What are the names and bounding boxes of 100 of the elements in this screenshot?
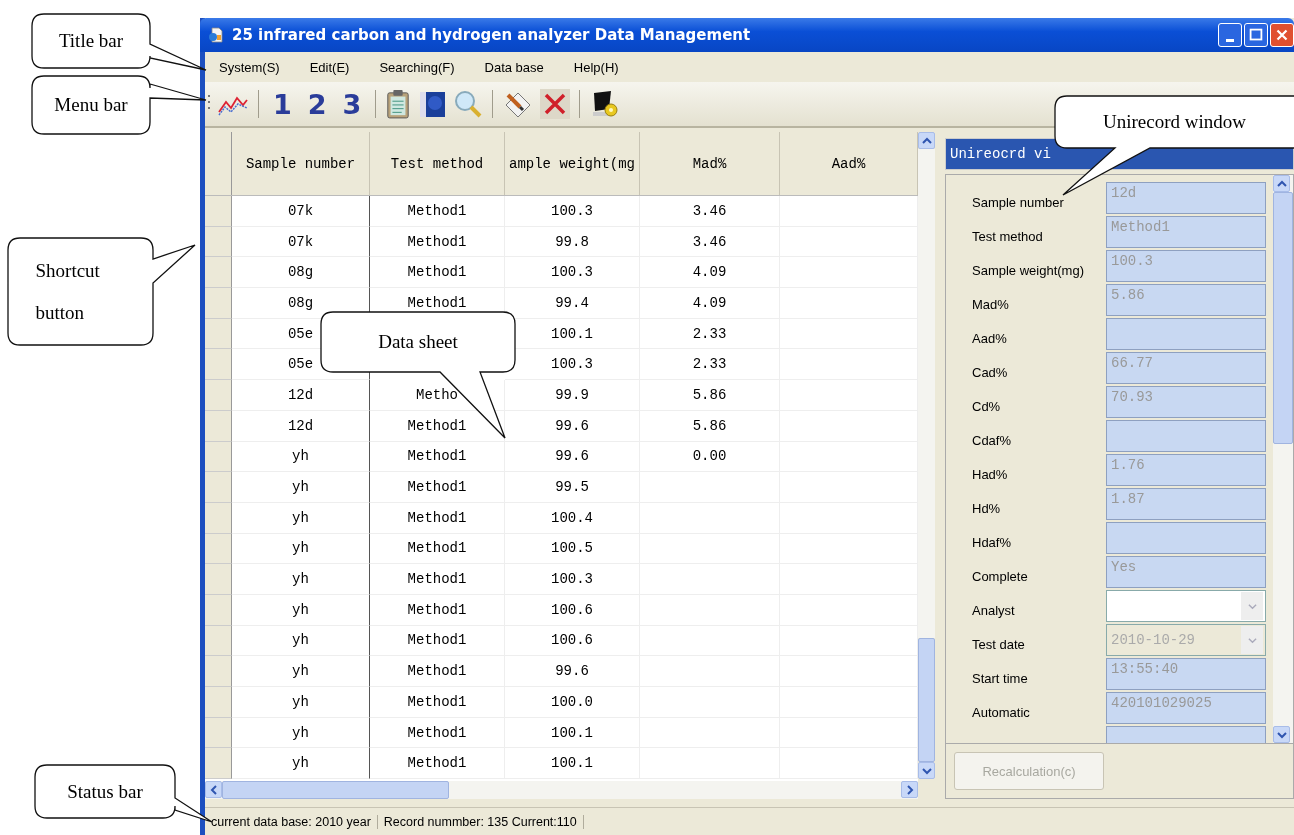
- row-header[interactable]: [205, 594, 232, 626]
- row-header[interactable]: [205, 717, 232, 749]
- table-cell: 2.33: [640, 349, 780, 381]
- row-header[interactable]: [205, 533, 232, 565]
- scroll-down-icon[interactable]: [1276, 729, 1287, 740]
- field-label: Mad%: [972, 295, 1010, 312]
- table-cell: 99.9: [505, 380, 640, 411]
- table-cell: 0.00: [640, 441, 780, 473]
- scrollbar-thumb[interactable]: [918, 638, 935, 762]
- table-cell: 100.3: [505, 257, 640, 289]
- row-header[interactable]: [205, 257, 232, 289]
- magnifier-icon[interactable]: [453, 89, 484, 119]
- callout-label: Shortcut button: [35, 258, 101, 325]
- scroll-up-icon[interactable]: [1276, 178, 1287, 189]
- row-header[interactable]: [205, 380, 232, 411]
- minimize-icon: [1226, 38, 1234, 42]
- table-cell: Method1: [370, 564, 505, 595]
- table-cell: 99.5: [505, 472, 640, 503]
- table-cell: 12d: [232, 410, 370, 442]
- table-cell: Method1: [370, 687, 505, 718]
- vertical-scrollbar[interactable]: [1273, 175, 1293, 743]
- row-header[interactable]: [205, 656, 232, 687]
- table-cell: 2.33: [640, 318, 780, 350]
- column-header[interactable]: Mad%: [640, 132, 780, 195]
- column-header[interactable]: Sample number: [232, 132, 370, 195]
- table-cell: Method1: [370, 226, 505, 258]
- status-text: Record nummber: 135 Current:110: [377, 814, 584, 829]
- field-label: Test method: [972, 227, 1044, 244]
- table-cell: yh: [232, 564, 370, 595]
- row-header[interactable]: [205, 564, 232, 595]
- row-header[interactable]: [205, 318, 232, 350]
- callout-label: Unirecord window: [1103, 111, 1246, 133]
- table-cell: 12d: [232, 380, 370, 411]
- table-cell: Method1: [370, 656, 505, 687]
- table-cell: 100.6: [505, 594, 640, 626]
- table-cell: Method1: [370, 502, 505, 534]
- toolbar-button[interactable]: 3: [337, 90, 367, 118]
- table-cell: yh: [232, 502, 370, 534]
- menu-item[interactable]: Help(H): [573, 59, 619, 75]
- row-header[interactable]: [205, 226, 232, 258]
- row-header[interactable]: [205, 748, 232, 780]
- row-header[interactable]: [205, 472, 232, 503]
- app-icon: [208, 27, 224, 43]
- field-label: Test date: [972, 635, 1026, 652]
- table-cell: 99.8: [505, 226, 640, 258]
- table-cell: 100.5: [505, 533, 640, 565]
- menu-item[interactable]: Data base: [484, 59, 544, 75]
- clipboard-icon[interactable]: [385, 89, 412, 119]
- menu-item[interactable]: System(S): [219, 59, 280, 75]
- menu-item[interactable]: Searching(F): [379, 59, 455, 75]
- horizontal-scrollbar[interactable]: [205, 781, 918, 799]
- row-header[interactable]: [205, 349, 232, 381]
- toolbar-button[interactable]: 1: [268, 90, 297, 118]
- row-header[interactable]: [205, 196, 232, 227]
- scroll-down-icon[interactable]: [921, 765, 932, 776]
- row-header[interactable]: [205, 687, 232, 718]
- table-cell: yh: [232, 687, 370, 718]
- field-label: Automatic: [972, 703, 1031, 720]
- field-label: Cad%: [972, 363, 1009, 380]
- close-button[interactable]: [1270, 23, 1294, 47]
- scrollbar-thumb[interactable]: [222, 781, 449, 799]
- table-cell: 3.46: [640, 196, 780, 227]
- dropdown-field[interactable]: [1106, 590, 1266, 622]
- column-header[interactable]: Test method: [370, 132, 505, 195]
- row-header[interactable]: [205, 625, 232, 657]
- row-header[interactable]: [205, 410, 232, 442]
- table-cell: Method1: [370, 717, 505, 749]
- scroll-left-icon[interactable]: [208, 784, 219, 795]
- caret-down-icon[interactable]: [1247, 601, 1257, 611]
- table-cell: 100.1: [505, 748, 640, 780]
- table-cell: Method1: [370, 625, 505, 657]
- field-label: Start time: [972, 669, 1029, 686]
- table-cell: yh: [232, 533, 370, 565]
- minimize-button[interactable]: [1218, 23, 1242, 47]
- table-cell: Method1: [370, 257, 505, 289]
- table-cell: 100.3: [505, 564, 640, 595]
- row-header[interactable]: [205, 288, 232, 319]
- table-cell: 100.0: [505, 687, 640, 718]
- row-header[interactable]: [205, 502, 232, 534]
- table-cell: Method1: [370, 533, 505, 565]
- scroll-right-icon[interactable]: [904, 784, 915, 795]
- table-cell: 08g: [232, 257, 370, 289]
- scrollbar-thumb[interactable]: [1273, 192, 1293, 444]
- table-cell: yh: [232, 656, 370, 687]
- table-cell: 99.6: [505, 410, 640, 442]
- menu-item[interactable]: Edit(E): [309, 59, 350, 75]
- column-header[interactable]: ample weight(mg: [505, 132, 640, 195]
- table-cell: 5.86: [640, 410, 780, 442]
- row-header[interactable]: [205, 441, 232, 473]
- field-label: Cd%: [972, 397, 1002, 414]
- table-cell: Method1: [370, 441, 505, 473]
- maximize-button[interactable]: [1244, 23, 1268, 47]
- delete-icon[interactable]: [540, 89, 571, 119]
- toolbar-button[interactable]: 2: [302, 90, 332, 118]
- table-cell: yh: [232, 441, 370, 473]
- field-label: Analyst: [972, 601, 1016, 618]
- table-cell: 4.09: [640, 257, 780, 289]
- scroll-up-icon[interactable]: [921, 135, 932, 146]
- book-icon[interactable]: [417, 89, 448, 119]
- table-cell: 100.1: [505, 717, 640, 749]
